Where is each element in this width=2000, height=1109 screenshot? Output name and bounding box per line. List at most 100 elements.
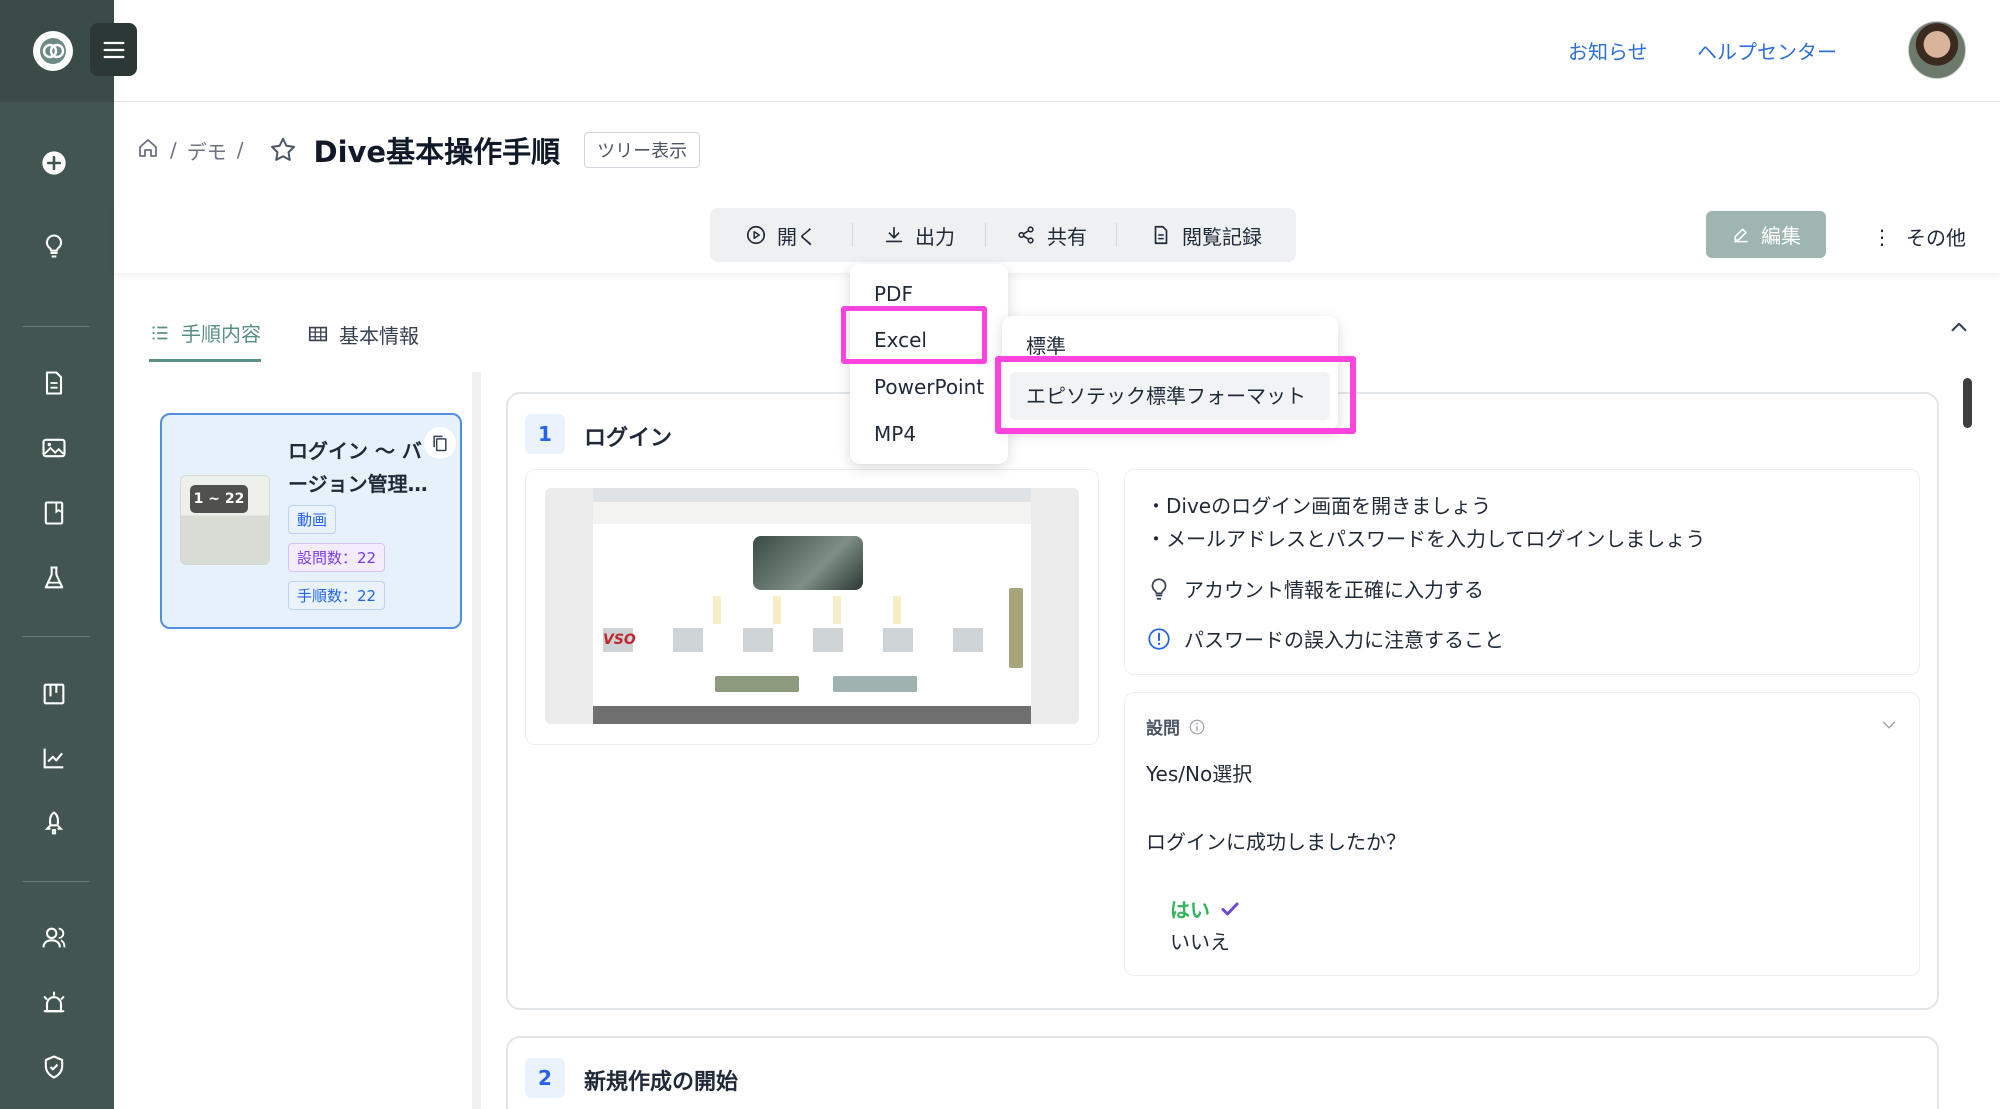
question-label: 設問 [1146, 714, 1206, 739]
content-scrollbar[interactable] [1963, 378, 1972, 428]
alarm-icon [43, 991, 65, 1013]
step-screenshot[interactable]: VSO [545, 488, 1079, 724]
document-icon [45, 371, 63, 395]
download-icon [885, 226, 903, 243]
list-scrollbar[interactable] [472, 372, 481, 1109]
pencil-icon [1734, 227, 1748, 242]
star-icon[interactable] [268, 135, 298, 165]
export-button[interactable]: 出力 [853, 208, 985, 262]
step-title: ログイン [584, 426, 673, 451]
table-icon [308, 326, 328, 342]
tree-view-button[interactable]: ツリー表示 [584, 132, 701, 168]
sidebar-item-analytics[interactable] [37, 741, 71, 775]
info-icon[interactable] [1188, 718, 1206, 736]
app-logo[interactable] [33, 31, 73, 71]
shield-check-icon [44, 1055, 64, 1079]
sidebar-item-lab[interactable] [37, 561, 71, 595]
kebab-icon: ⋮ [1872, 224, 1892, 249]
sidebar-item-documents[interactable] [37, 366, 71, 400]
tip-text: アカウント情報を正確に入力する [1184, 578, 1484, 602]
menu-item-mp4[interactable]: MP4 [874, 422, 916, 446]
more-button[interactable]: ⋮ その他 [1872, 222, 1966, 251]
step-count-badge: 手順数：22 [288, 581, 386, 610]
sidebar-item-users[interactable] [37, 921, 71, 955]
range-badge: 1 ~ 22 [190, 485, 248, 513]
hamburger-icon [103, 41, 125, 58]
screenshot-side-tab [1009, 588, 1023, 668]
sidebar-item-images[interactable] [37, 431, 71, 465]
notifications-link[interactable]: お知らせ [1568, 36, 1648, 65]
check-icon [1221, 902, 1239, 915]
open-button[interactable]: 開く [710, 208, 852, 262]
lightbulb-icon [1151, 577, 1167, 600]
description-line: ・メールアドレスとパスワードを入力してログインしましょう [1146, 527, 1706, 551]
submenu-item-standard[interactable]: 標準 [1026, 330, 1066, 359]
menu-toggle-button[interactable] [90, 23, 137, 76]
screenshot-logos [603, 628, 1023, 652]
answer-yes: はい [1170, 894, 1242, 923]
question-type: Yes/No選択 [1146, 762, 1253, 786]
export-label: 出力 [915, 224, 955, 249]
chevron-up-icon[interactable] [1946, 314, 1972, 340]
menu-item-pdf[interactable]: PDF [874, 282, 913, 306]
view-history-label: 閲覧記録 [1182, 224, 1262, 249]
tip-text: パスワードの誤入力に注意すること [1184, 628, 1504, 652]
highlight-frame [841, 306, 987, 364]
sidebar-item-security[interactable] [37, 1050, 71, 1084]
tab-basic-info[interactable]: 基本情報 [307, 306, 419, 362]
lightbulb-icon [45, 234, 63, 258]
sidebar-divider [22, 326, 90, 327]
copy-icon [433, 435, 447, 452]
screenshot-button [715, 676, 799, 692]
sidebar-divider [22, 881, 90, 882]
sidebar-item-launch[interactable] [37, 806, 71, 840]
step-number: 1 [525, 414, 565, 454]
screenshot-browser-bar [593, 488, 1031, 502]
answer-yes-label: はい [1170, 898, 1210, 922]
home-icon[interactable] [136, 136, 160, 165]
logo-icon [40, 38, 66, 64]
step-title: 新規作成の開始 [584, 1070, 739, 1095]
sidebar-item-book[interactable] [37, 496, 71, 530]
answer-no: いいえ [1170, 930, 1230, 954]
avatar[interactable] [1908, 21, 1966, 79]
chart-line-icon [43, 748, 64, 769]
open-label: 開く [777, 224, 817, 249]
edit-label: 編集 [1761, 224, 1801, 248]
step-group-card[interactable]: 1 ~ 22 ログイン ～ バージョン管理… 動画 設問数：22 手順数：22 [160, 413, 462, 629]
question-text: ログインに成功しましたか？ [1146, 830, 1406, 854]
view-history-button[interactable]: 閲覧記録 [1117, 208, 1295, 262]
highlight-frame [995, 356, 1356, 434]
tab-steps-label: 手順内容 [181, 322, 261, 346]
share-button[interactable]: 共有 [986, 208, 1116, 262]
plus-circle-icon [42, 151, 66, 175]
chevron-down-icon[interactable] [1878, 714, 1900, 736]
screenshot-button [833, 676, 917, 692]
tab-steps[interactable]: 手順内容 [149, 306, 261, 362]
description-line: ・Diveのログイン画面を開きましょう [1146, 494, 1492, 518]
copy-button[interactable] [424, 427, 456, 459]
sidebar-divider [22, 636, 90, 637]
sidebar-item-ideas[interactable] [37, 229, 71, 263]
breadcrumb-item[interactable]: デモ [187, 136, 227, 165]
screenshot-logo-text: VSO [603, 632, 636, 648]
sidebar-item-board[interactable] [37, 677, 71, 711]
screenshot-stats [713, 596, 913, 624]
sidebar-item-add[interactable] [37, 146, 71, 180]
video-tag: 動画 [288, 505, 337, 534]
image-icon [42, 438, 66, 458]
step-number: 2 [525, 1058, 565, 1098]
edit-button[interactable]: 編集 [1706, 211, 1826, 258]
menu-item-powerpoint[interactable]: PowerPoint [874, 375, 984, 399]
breadcrumb-separator: / [236, 138, 244, 162]
screenshot-nav [593, 502, 1031, 524]
share-label: 共有 [1047, 224, 1087, 249]
sidebar [0, 0, 137, 1109]
card-title: ログイン ～ バージョン管理… [288, 439, 428, 496]
help-center-link[interactable]: ヘルプセンター [1697, 36, 1837, 65]
question-label-text: 設問 [1146, 719, 1180, 739]
kanban-icon [43, 683, 65, 705]
screenshot-page: VSO [593, 488, 1031, 724]
rocket-icon [44, 811, 64, 835]
sidebar-item-alerts[interactable] [37, 986, 71, 1020]
